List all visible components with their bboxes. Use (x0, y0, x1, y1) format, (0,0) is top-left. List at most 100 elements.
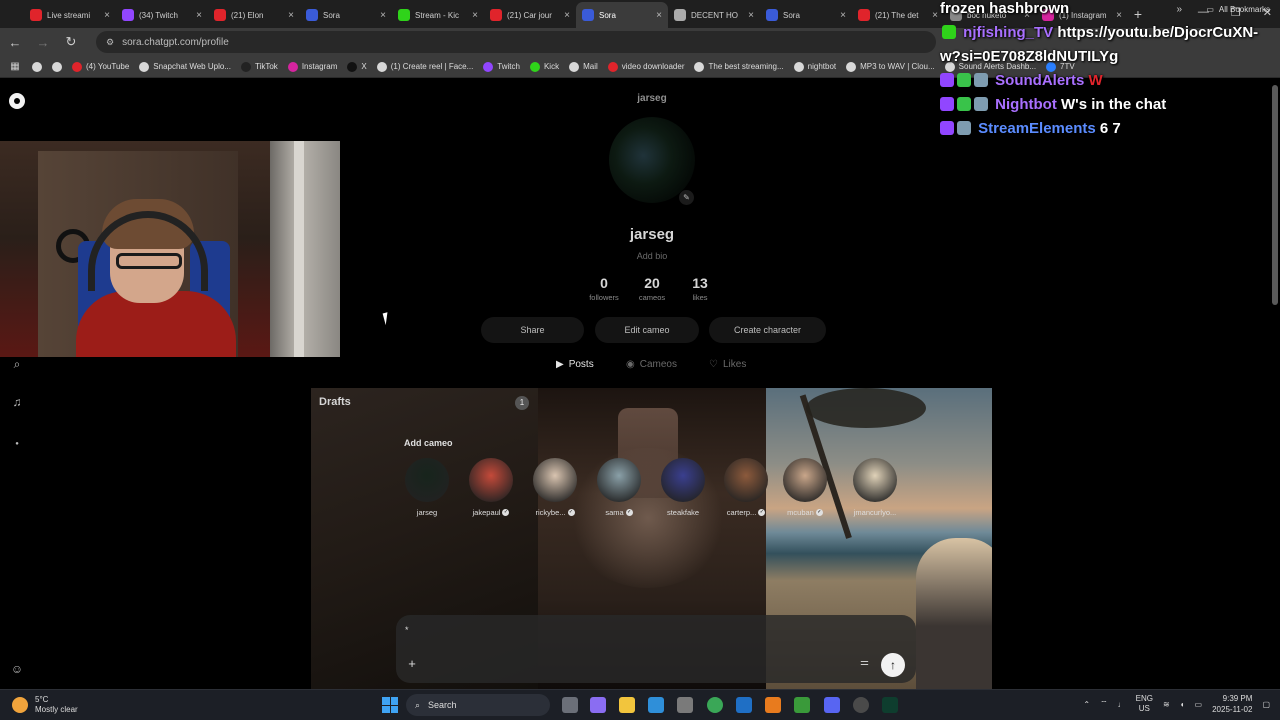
task-view-icon[interactable] (562, 697, 578, 713)
volume-icon[interactable]: ◖ (1180, 700, 1185, 709)
cameo-option[interactable]: jmancurlyo... (845, 458, 905, 517)
stat-likes[interactable]: 13 likes (672, 275, 728, 302)
back-icon[interactable]: ← (8, 35, 22, 50)
profile-icon[interactable]: ● (10, 437, 24, 451)
bookmark-openai[interactable] (52, 61, 62, 72)
copilot-icon[interactable] (590, 697, 606, 713)
browser-tab[interactable]: (34) Twitch × (116, 2, 208, 28)
notification-icon[interactable]: ▢ (1262, 700, 1270, 709)
browser-tab[interactable]: Live streami × (24, 2, 116, 28)
tab-label: (34) Twitch (139, 10, 178, 20)
tab-close-icon[interactable]: × (472, 10, 478, 21)
bookmarks-overflow-icon[interactable]: » (1176, 4, 1182, 15)
app-icon[interactable] (765, 697, 781, 713)
edit-avatar-icon[interactable]: ✎ (679, 190, 694, 205)
scrollbar[interactable] (1272, 85, 1278, 305)
bookmark-item[interactable]: nightbot (793, 61, 836, 72)
language-indicator[interactable]: ENG US (1136, 694, 1153, 714)
tab-close-icon[interactable]: × (288, 10, 294, 21)
discord-icon[interactable] (824, 697, 840, 713)
browser-tab[interactable]: Sora × (300, 2, 392, 28)
tab-close-icon[interactable]: × (380, 10, 386, 21)
cameo-name-row: jakepaul ✓ (461, 508, 521, 517)
browser-tab[interactable]: Sora × (576, 2, 668, 28)
settings-icon[interactable]: ☺ (10, 662, 24, 676)
battery-icon[interactable]: ▭ (1195, 700, 1203, 709)
tab-close-icon[interactable]: × (1116, 10, 1122, 21)
chrome-icon[interactable] (707, 697, 723, 713)
cameo-option[interactable]: sama ✓ (589, 458, 649, 517)
create-character-button[interactable]: Create character (709, 317, 826, 343)
cameo-option[interactable]: carterp... ✓ (716, 458, 776, 517)
apps-grid-icon[interactable]: ▦ (8, 61, 22, 72)
tab-posts[interactable]: ▶ Posts (556, 359, 594, 370)
cameo-option[interactable]: steakfake (653, 458, 713, 517)
bookmark-chatgpt[interactable] (32, 61, 42, 72)
tab-close-icon[interactable]: × (840, 10, 846, 21)
mic-icon[interactable]: ♩ (1118, 700, 1126, 709)
file-explorer-icon[interactable] (619, 697, 635, 713)
tab-cameos[interactable]: ◉ Cameos (626, 359, 677, 370)
bookmark-item[interactable]: (1) Create reel | Face... (376, 61, 473, 72)
bookmark-item[interactable]: Snapchat Web Uplo... (139, 61, 231, 72)
add-bio-link[interactable]: Add bio (600, 251, 704, 261)
search-icon[interactable]: ⌕ (10, 357, 24, 371)
taskbar-search[interactable]: ⌕ Search (406, 694, 550, 716)
sora-logo[interactable] (9, 93, 25, 109)
bookmark-item[interactable]: (4) YouTube (72, 61, 129, 72)
browser-tab[interactable]: Sora × (760, 2, 852, 28)
tab-close-icon[interactable]: × (748, 10, 754, 21)
send-button[interactable]: ↑ (881, 653, 905, 677)
outlook-icon[interactable] (736, 697, 752, 713)
cameo-option[interactable]: jakepaul ✓ (461, 458, 521, 517)
tab-close-icon[interactable]: × (932, 10, 938, 21)
cameo-avatar (724, 458, 768, 502)
share-button[interactable]: Share (481, 317, 584, 343)
bookmark-item[interactable]: Instagram (287, 61, 337, 72)
browser-tab[interactable]: Stream - Kic × (392, 2, 484, 28)
tab-close-icon[interactable]: × (104, 10, 110, 21)
reload-icon[interactable]: ↻ (64, 34, 78, 50)
clock[interactable]: 9:39 PM 2025-11-02 (1212, 693, 1252, 715)
bookmark-item[interactable]: TikTok (240, 61, 278, 72)
browser-tab[interactable]: (21) Car jour × (484, 2, 576, 28)
tab-likes[interactable]: ♡ Likes (709, 359, 746, 370)
bookmark-item[interactable]: Mail (569, 61, 598, 72)
address-bar[interactable]: ⚙ sora.chatgpt.com/profile (96, 31, 936, 53)
forward-icon[interactable]: → (36, 35, 50, 50)
tab-close-icon[interactable]: × (656, 10, 662, 21)
add-attachment-icon[interactable]: + (405, 657, 419, 671)
site-info-icon[interactable]: ⚙ (106, 37, 114, 48)
tab-close-icon[interactable]: × (196, 10, 202, 21)
cameo-option[interactable]: rickybe... ✓ (525, 458, 585, 517)
bookmark-item[interactable]: MP3 to WAV | Clou... (846, 61, 935, 72)
browser-tab[interactable]: (21) The det × (852, 2, 944, 28)
browser-tab[interactable]: DECENT HO × (668, 2, 760, 28)
bookmark-item[interactable]: X (347, 61, 367, 72)
tray-overflow-icon[interactable]: ⌃ (1083, 700, 1090, 709)
all-bookmarks[interactable]: ▭ All Bookmarks (1206, 5, 1270, 14)
edit-cameo-button[interactable]: Edit cameo (595, 317, 699, 343)
bookmark-item[interactable]: video downloader (607, 61, 684, 72)
tab-close-icon[interactable]: × (564, 10, 570, 21)
bookmark-item[interactable]: Kick (529, 61, 559, 72)
cameo-name-row: jmancurlyo... (845, 508, 905, 517)
weather-widget[interactable]: 5°C Mostly clear (12, 695, 78, 715)
bookmark-item[interactable]: The best streaming... (694, 61, 784, 72)
edge-icon[interactable] (648, 697, 664, 713)
settings-sliders-icon[interactable]: ⚌ (860, 657, 869, 668)
browser-tab[interactable]: (21) Elon × (208, 2, 300, 28)
bell-icon[interactable]: ♫ (10, 395, 24, 409)
cameo-option[interactable]: jarseg (397, 458, 457, 517)
cameo-option[interactable]: mcuban ✓ (775, 458, 835, 517)
prompt-input[interactable]: * (405, 625, 409, 635)
store-icon[interactable] (677, 697, 693, 713)
wifi-icon[interactable]: ≋ (1163, 700, 1170, 709)
bookmark-item[interactable]: Twitch (483, 61, 520, 72)
obs-icon[interactable] (853, 697, 869, 713)
network-icon[interactable]: ⌔ (1100, 699, 1108, 709)
terminal-icon[interactable] (882, 697, 898, 713)
new-tab-button[interactable]: + (1128, 6, 1148, 22)
minecraft-icon[interactable] (794, 697, 810, 713)
windows-start-icon[interactable] (382, 697, 398, 713)
